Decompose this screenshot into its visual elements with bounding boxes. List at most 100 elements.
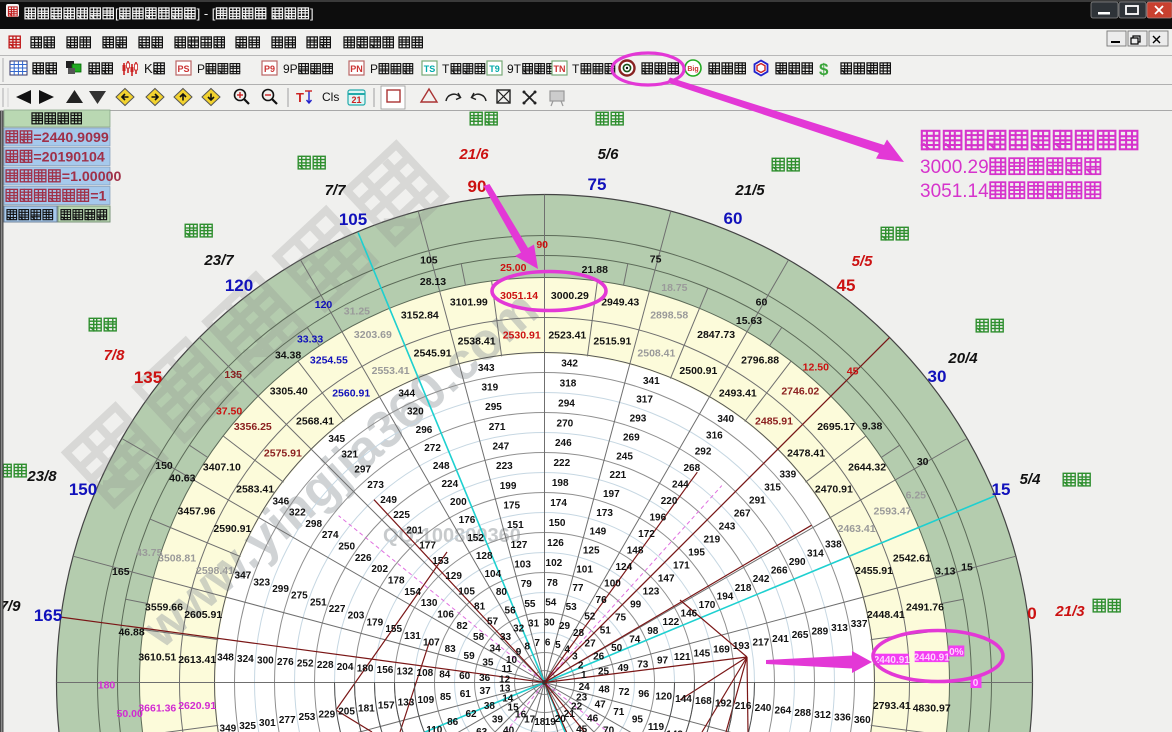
svg-text:132: 132	[397, 667, 414, 678]
svg-text:37: 37	[480, 686, 492, 697]
svg-text:125: 125	[583, 546, 600, 557]
svg-text:1: 1	[581, 670, 587, 681]
svg-text:318: 318	[560, 378, 577, 389]
svg-text:7/7: 7/7	[325, 182, 347, 199]
svg-text:] - [: ] - [	[197, 6, 216, 21]
svg-text:90: 90	[468, 177, 487, 196]
svg-text:315: 315	[764, 483, 781, 494]
svg-text:205: 205	[338, 706, 355, 717]
svg-text:62: 62	[465, 709, 477, 720]
svg-text:2598.41: 2598.41	[196, 565, 234, 577]
svg-text:291: 291	[749, 496, 766, 507]
svg-text:39: 39	[492, 715, 504, 726]
svg-text:2448.41: 2448.41	[867, 609, 905, 621]
svg-text:156: 156	[377, 665, 394, 676]
svg-text:Big: Big	[687, 66, 698, 73]
svg-text:27: 27	[585, 639, 597, 650]
svg-text:6.25: 6.25	[906, 489, 927, 501]
svg-text:3356.25: 3356.25	[234, 421, 272, 433]
svg-text:277: 277	[279, 715, 296, 726]
svg-text:31: 31	[528, 619, 540, 630]
svg-text:5/4: 5/4	[1020, 471, 1042, 488]
svg-text:321: 321	[341, 449, 358, 460]
svg-text:78: 78	[547, 578, 559, 589]
svg-text:295: 295	[485, 402, 502, 413]
svg-text:47: 47	[595, 700, 607, 711]
svg-text:2542.61: 2542.61	[893, 552, 931, 564]
svg-text:3661.36: 3661.36	[138, 702, 176, 714]
svg-text:244: 244	[672, 480, 689, 491]
svg-text:128: 128	[476, 551, 493, 562]
svg-text:243: 243	[719, 522, 736, 533]
svg-text:PN: PN	[350, 64, 363, 74]
svg-text:2440.91: 2440.91	[914, 653, 951, 664]
svg-text:20/4: 20/4	[947, 350, 978, 367]
svg-text:146: 146	[681, 609, 698, 620]
svg-text:3559.66: 3559.66	[145, 601, 183, 613]
svg-text:3407.10: 3407.10	[203, 461, 241, 473]
svg-text:9T: 9T	[507, 62, 522, 76]
svg-text:29: 29	[559, 621, 571, 632]
svg-text:108: 108	[417, 668, 434, 679]
svg-text:268: 268	[683, 463, 700, 474]
svg-text:217: 217	[752, 637, 769, 648]
svg-text:61: 61	[460, 689, 472, 700]
svg-text:122: 122	[663, 617, 680, 628]
svg-text:21/3: 21/3	[1054, 603, 1085, 620]
svg-text:86: 86	[447, 717, 459, 728]
svg-text:75: 75	[615, 613, 627, 624]
svg-text:50.00: 50.00	[117, 708, 143, 720]
svg-text:221: 221	[610, 470, 627, 481]
svg-text:3051.14: 3051.14	[920, 181, 989, 202]
svg-text:2796.88: 2796.88	[741, 354, 779, 366]
svg-text:=1: =1	[90, 189, 106, 205]
svg-text:131: 131	[404, 631, 421, 642]
svg-text:153: 153	[432, 556, 449, 567]
svg-text:45: 45	[576, 725, 588, 732]
svg-text:3: 3	[572, 652, 578, 663]
svg-text:7: 7	[534, 638, 540, 649]
svg-text:222: 222	[553, 458, 570, 469]
svg-text:127: 127	[511, 540, 528, 551]
svg-text:34: 34	[490, 644, 502, 655]
svg-text:$: $	[819, 60, 829, 79]
svg-text:324: 324	[237, 654, 254, 665]
svg-text:103: 103	[514, 560, 531, 571]
svg-text:105: 105	[339, 210, 367, 229]
svg-text:30: 30	[928, 367, 947, 386]
svg-text:270: 270	[557, 418, 574, 429]
svg-text:341: 341	[643, 376, 660, 387]
svg-text:337: 337	[851, 619, 868, 630]
svg-text:298: 298	[305, 519, 322, 530]
svg-text:28.13: 28.13	[420, 276, 446, 288]
svg-text:296: 296	[416, 425, 433, 436]
svg-text:297: 297	[354, 465, 371, 476]
svg-text:60: 60	[756, 297, 768, 309]
svg-text:271: 271	[489, 422, 506, 433]
svg-text:168: 168	[695, 696, 712, 707]
svg-text:172: 172	[638, 529, 655, 540]
svg-text:K: K	[144, 61, 153, 76]
svg-text:204: 204	[337, 662, 354, 673]
svg-text:4830.97: 4830.97	[913, 702, 951, 714]
svg-text:320: 320	[407, 407, 424, 418]
svg-text:56: 56	[505, 605, 517, 616]
svg-text:25: 25	[598, 667, 610, 678]
svg-text:253: 253	[299, 712, 316, 723]
svg-text:2575.91: 2575.91	[264, 448, 302, 460]
svg-text:145: 145	[693, 648, 710, 659]
svg-text:23/7: 23/7	[203, 252, 234, 269]
svg-text:30: 30	[544, 618, 556, 629]
svg-text:3610.51: 3610.51	[138, 652, 176, 664]
svg-text:26: 26	[593, 652, 605, 663]
svg-text:75: 75	[650, 253, 662, 265]
svg-text:121: 121	[674, 652, 691, 663]
svg-text:95: 95	[632, 715, 644, 726]
svg-text:3254.55: 3254.55	[310, 354, 348, 366]
svg-text:229: 229	[318, 709, 335, 720]
svg-text:175: 175	[503, 501, 520, 512]
svg-text:348: 348	[217, 652, 234, 663]
svg-text:177: 177	[419, 541, 436, 552]
svg-text:QQ:100800360: QQ:100800360	[383, 525, 521, 547]
svg-text:264: 264	[775, 706, 792, 717]
